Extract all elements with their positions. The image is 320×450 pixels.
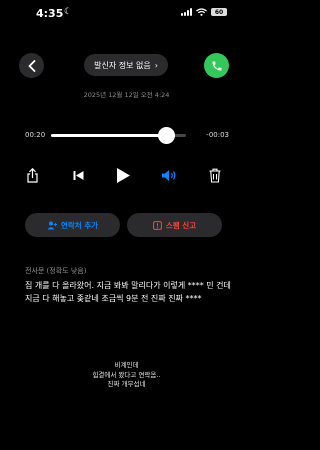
caller-label: 발신자 정보 없음: [94, 60, 151, 70]
transcript-text: 집 개를 다 올라왔어. 지금 봐봐 말리다가 이렇게 **** 민 건데 지금…: [25, 281, 231, 303]
report-icon: [152, 220, 162, 230]
moon-icon: ☾: [64, 7, 73, 17]
status-icons: 60: [181, 8, 227, 16]
play-icon: [116, 167, 130, 183]
speaker-button[interactable]: [160, 166, 178, 184]
share-button[interactable]: [23, 166, 41, 184]
report-spam-label: 스팸 신고: [165, 220, 197, 230]
status-time: 4:35: [36, 7, 64, 20]
elapsed-time: 00:20: [25, 131, 46, 139]
back-button[interactable]: [19, 53, 44, 78]
add-contact-button[interactable]: 연락처 추가: [25, 213, 120, 237]
caption-line-1: 비계인데: [114, 361, 139, 369]
overlay-caption: 비계인데 힘결에서 봤다고 연락옴.. 진짜 개무섭네: [0, 361, 253, 390]
caption-line-3: 진짜 개무섭네: [107, 380, 146, 388]
phone-icon: [212, 61, 221, 70]
trash-icon: [209, 168, 221, 183]
caller-info-button[interactable]: 발신자 정보 없음 ›: [84, 54, 168, 76]
wifi-icon: [196, 8, 207, 16]
add-person-icon: [47, 221, 57, 229]
playback-scrubber[interactable]: [51, 127, 186, 144]
battery-level: 60: [214, 8, 224, 16]
speaker-icon: [161, 169, 175, 181]
skip-back-button[interactable]: [69, 166, 87, 184]
remaining-time: -00:03: [206, 131, 229, 139]
transcript-label: 전사문 (정확도 낮음): [25, 267, 87, 275]
skip-back-icon: [73, 170, 83, 180]
recording-date: 2025년 12월 12일 오전 4:24: [83, 91, 170, 99]
add-contact-label: 연락처 추가: [60, 220, 99, 230]
chevron-right-icon: ›: [154, 60, 158, 70]
playback-progress: [51, 134, 166, 137]
cellular-signal-icon: [181, 8, 192, 16]
status-bar: 4:35 ☾ 60: [0, 0, 253, 26]
chevron-left-icon: [28, 59, 35, 72]
caption-line-2: 힘결에서 봤다고 연락옴..: [92, 370, 161, 379]
delete-button[interactable]: [206, 166, 224, 184]
battery-icon: 60: [211, 8, 227, 16]
play-button[interactable]: [114, 166, 132, 184]
call-button[interactable]: [204, 53, 229, 78]
scrubber-thumb[interactable]: [157, 127, 175, 144]
report-spam-button[interactable]: 스팸 신고: [127, 213, 222, 237]
share-icon: [26, 167, 38, 183]
